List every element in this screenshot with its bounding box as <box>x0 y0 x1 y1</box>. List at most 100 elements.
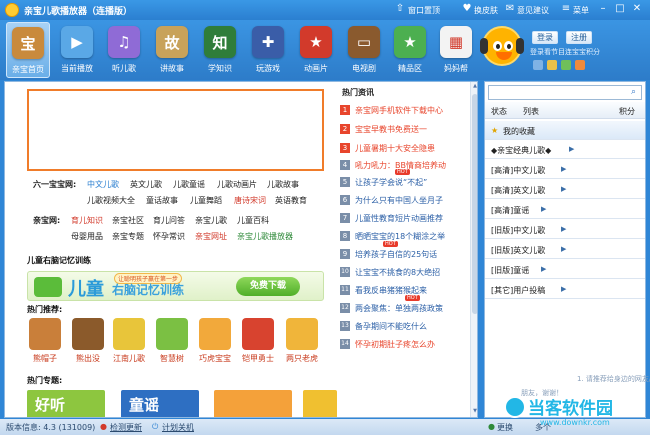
tab-status[interactable]: 状态 <box>491 106 507 117</box>
topic-banner[interactable]: 好听 <box>27 390 105 417</box>
tool-premium[interactable]: ★ 精品区 <box>388 22 432 78</box>
news-item[interactable]: 8 晒晒宝宝的18个糊涂之举 <box>340 228 468 245</box>
playlist-group[interactable]: [高清]英文儿歌 ▶ <box>485 180 645 199</box>
category-link[interactable]: 儿童百科 <box>237 215 269 226</box>
topic-banner[interactable]: 童谣 <box>121 390 199 417</box>
feedback-icon[interactable]: ✉ <box>504 3 516 14</box>
playlist-group[interactable]: [旧版]童谣 ▶ <box>485 260 645 279</box>
scroll-up-icon[interactable]: ▲ <box>471 83 477 91</box>
news-item[interactable]: 2 宝宝早教书免费送一 <box>340 121 468 138</box>
news-item[interactable]: 12 两会聚焦：单独两孩政策 <box>340 300 468 317</box>
category-link[interactable]: 育儿知识 <box>71 215 103 226</box>
playlist-group[interactable]: ◆亲宝经典儿歌◆ ▶ <box>485 140 645 159</box>
category-link[interactable]: 英文儿歌 <box>130 179 162 190</box>
category-link[interactable]: 育儿问答 <box>153 215 185 226</box>
recommend-item[interactable]: 巧虎宝宝 <box>198 318 232 364</box>
playlist-favorites[interactable]: ★ 我的收藏 <box>485 121 645 140</box>
search-icon[interactable]: ⌕ <box>631 87 636 97</box>
tool-knowledge[interactable]: 知 学知识 <box>198 22 242 78</box>
topic-banner[interactable] <box>214 390 292 417</box>
recommend-item[interactable]: 智慧树 <box>155 318 189 364</box>
section-title-recommend: 热门推荐: <box>27 305 63 314</box>
news-item[interactable]: 10 让宝宝不挑食的8大绝招 <box>340 264 468 281</box>
category-link[interactable]: 英语教育 <box>275 195 307 206</box>
news-item[interactable]: 7 儿童性教育短片动画推荐 <box>340 210 468 227</box>
category-link[interactable]: 儿童舞蹈 <box>190 195 222 206</box>
search-input[interactable] <box>489 86 625 99</box>
menu-icon[interactable]: ≡ <box>560 3 572 14</box>
recommend-item[interactable]: 熊帽子 <box>28 318 62 364</box>
recommend-item[interactable]: 熊出没 <box>71 318 105 364</box>
main-scrollbar[interactable]: ▲ ▼ <box>470 82 477 417</box>
news-item[interactable]: 3 儿童暑期十大安全隐患 <box>340 140 468 157</box>
news-rank: 6 <box>340 195 350 205</box>
category-link[interactable]: 亲宝网址 <box>195 231 227 242</box>
playlist-group[interactable]: [高清]中文儿歌 ▶ <box>485 160 645 179</box>
category-link[interactable]: 儿歌故事 <box>267 179 299 190</box>
recommend-item[interactable]: 铠甲勇士 <box>241 318 275 364</box>
tool-cartoons[interactable]: ★ 动画片 <box>294 22 338 78</box>
category-link[interactable]: 母婴用品 <box>71 231 103 242</box>
news-item[interactable]: 9 培养孩子自信的25句话 <box>340 246 468 263</box>
news-item[interactable]: 1 亲宝网手机软件下载中心 <box>340 102 468 119</box>
news-item[interactable]: 14 怀孕初期肚子疼怎么办 <box>340 336 468 353</box>
topic-banner[interactable] <box>303 390 337 417</box>
news-item[interactable]: 6 为什么只有中国人坐月子 <box>340 192 468 209</box>
playlist-group[interactable]: [旧版]中文儿歌 ▶ <box>485 220 645 239</box>
news-text: 儿童性教育短片动画推荐 <box>355 214 443 223</box>
playlist-group[interactable]: [高清]童谣 ▶ <box>485 200 645 219</box>
category-link[interactable]: 中文儿歌 <box>87 179 119 190</box>
minimize-icon[interactable]: – <box>597 3 609 14</box>
scroll-down-icon[interactable]: ▼ <box>471 408 477 416</box>
tool-tv[interactable]: ▭ 电视剧 <box>342 22 386 78</box>
tool-songs[interactable]: ♫ 听儿歌 <box>102 22 146 78</box>
tool-stories[interactable]: 故 讲故事 <box>150 22 194 78</box>
mascot-avatar[interactable] <box>480 26 524 66</box>
news-item[interactable]: 13 备孕期间不能吃什么 <box>340 318 468 335</box>
tool-games[interactable]: ✚ 玩游戏 <box>246 22 290 78</box>
category-link[interactable]: 亲宝专题 <box>112 231 144 242</box>
login-button[interactable]: 登录 <box>532 31 558 44</box>
recommend-item[interactable]: 江南儿歌 <box>112 318 146 364</box>
register-button[interactable]: 注册 <box>566 31 592 44</box>
recommend-item[interactable]: 两只老虎 <box>285 318 319 364</box>
skin-icon[interactable]: ♥ <box>461 3 473 14</box>
category-link[interactable]: 亲宝社区 <box>112 215 144 226</box>
category-link[interactable]: 儿歌童谣 <box>173 179 205 190</box>
news-item[interactable]: 11 看我反串猪猪猴起来 <box>340 282 468 299</box>
scheduled-shutdown-link[interactable]: 计划关机 <box>162 422 194 433</box>
tool-now-playing[interactable]: ▶ 当前播放 <box>55 22 99 78</box>
pin-window-button[interactable]: 窗口置顶 <box>408 5 440 16</box>
category-link[interactable]: 怀孕常识 <box>153 231 185 242</box>
pin-icon[interactable]: ⇧ <box>394 3 406 14</box>
maximize-icon[interactable]: □ <box>614 3 626 14</box>
gift-icon[interactable] <box>561 60 571 70</box>
category-link[interactable]: 唐诗宋词 <box>234 195 266 206</box>
category-link[interactable]: 亲宝儿歌 <box>195 215 227 226</box>
scroll-thumb[interactable] <box>472 94 477 314</box>
ad-banner[interactable] <box>27 89 324 171</box>
close-icon[interactable]: ✕ <box>631 3 643 14</box>
joystick-icon: ✚ <box>252 26 284 58</box>
playlist-group[interactable]: [其它]用户投稿 ▶ <box>485 280 645 299</box>
free-download-button[interactable]: 免费下载 <box>236 277 300 296</box>
check-update-link[interactable]: 检测更新 <box>110 422 142 433</box>
edit-icon[interactable] <box>533 60 543 70</box>
news-item[interactable]: 5 让孩子学会说“不起” <box>340 174 468 191</box>
feedback-button[interactable]: 意见建议 <box>517 5 549 16</box>
category-link[interactable]: 童话故事 <box>146 195 178 206</box>
change-skin-button[interactable]: 换皮肤 <box>474 5 498 16</box>
category-link[interactable]: 亲宝儿歌播放器 <box>237 231 293 242</box>
menu-button[interactable]: 菜单 <box>573 5 589 16</box>
skin-status-icon: ● <box>488 422 495 431</box>
chat-icon[interactable] <box>575 60 585 70</box>
tool-mom-help[interactable]: ▦ 妈妈帮 <box>434 22 478 78</box>
memory-training-promo[interactable]: 儿童 让聪明孩子赢在第一步 右脑记忆训练 免费下载 <box>27 271 324 301</box>
tool-home[interactable]: 宝 亲宝首页 <box>6 22 50 78</box>
category-link[interactable]: 儿歌动画片 <box>217 179 257 190</box>
tab-list[interactable]: 列表 <box>523 106 539 117</box>
tab-points[interactable]: 积分 <box>619 106 635 117</box>
category-link[interactable]: 儿歌视频大全 <box>87 195 135 206</box>
playlist-group[interactable]: [旧版]英文儿歌 ▶ <box>485 240 645 259</box>
mail-icon[interactable] <box>547 60 557 70</box>
